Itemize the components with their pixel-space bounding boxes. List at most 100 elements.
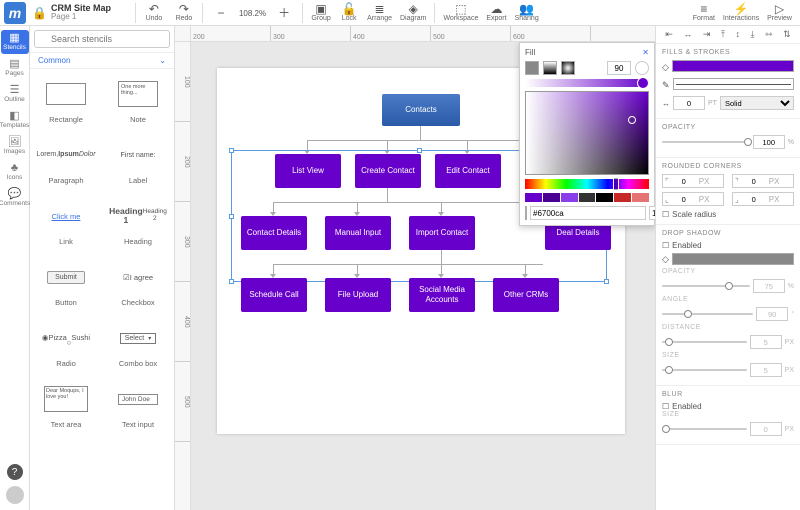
stencil-category[interactable]: Common⌄ <box>30 52 174 69</box>
shadow-color-swatch[interactable] <box>672 253 794 265</box>
zoom-in-button[interactable]: ＋ <box>270 5 298 21</box>
align-top-icon[interactable]: ⤒ <box>721 29 725 40</box>
shadow-opacity-slider[interactable] <box>662 285 750 287</box>
blur-enabled-checkbox[interactable]: ☐ Enabled <box>662 402 794 411</box>
close-icon[interactable]: ✕ <box>642 48 649 57</box>
gradient-bar[interactable] <box>525 79 649 87</box>
opacity-input[interactable] <box>753 135 785 149</box>
shadow-angle-input[interactable] <box>756 307 788 321</box>
format-button[interactable]: ≡Format <box>689 1 719 24</box>
align-left-icon[interactable]: ⇤ <box>665 29 673 40</box>
blur-size-slider[interactable] <box>662 428 747 430</box>
node-schedulecall[interactable]: Schedule Call <box>241 278 307 312</box>
fill-type-radial[interactable] <box>561 61 575 75</box>
node-fileupload[interactable]: File Upload <box>325 278 391 312</box>
shadow-distance-input[interactable] <box>750 335 782 349</box>
design-canvas[interactable]: Contacts List View Create Contact Edit C… <box>191 42 655 510</box>
corner-bl[interactable]: ⌞PX <box>662 192 724 206</box>
node-manualinput[interactable]: Manual Input <box>325 216 391 250</box>
dist-h-icon[interactable]: ⇿ <box>765 29 773 40</box>
stencil-textarea[interactable]: Dear Moqups, I love you!Text area <box>30 378 102 439</box>
arrange-button[interactable]: ≣Arrange <box>363 1 396 24</box>
node-importcontact[interactable]: Import Contact <box>409 216 475 250</box>
redo-button[interactable]: ↷Redo <box>170 1 198 24</box>
node-socialmedia[interactable]: Social Media Accounts <box>409 278 475 312</box>
workspace-button[interactable]: ⬚Workspace <box>439 1 482 24</box>
align-tools[interactable]: ⇤ ↔ ⇥ ⤒ ↕ ⤓ ⇿ ⇅ <box>656 26 800 44</box>
sv-picker[interactable] <box>525 91 649 175</box>
doc-title[interactable]: CRM Site Map Page 1 <box>51 4 121 21</box>
stencil-paragraph[interactable]: Lorem,IpsumDolorParagraph <box>30 134 102 195</box>
hue-slider[interactable] <box>525 179 649 189</box>
rail-pages[interactable]: ▤Pages <box>1 56 29 80</box>
rail-stencils[interactable]: ▦Stencils <box>1 30 29 54</box>
rail-images[interactable]: 🖼Images <box>1 134 29 158</box>
diagram-button[interactable]: ◈Diagram <box>396 1 430 24</box>
dist-v-icon[interactable]: ⇅ <box>783 29 791 40</box>
angle-dial[interactable] <box>635 61 649 75</box>
blur-size-input[interactable] <box>750 422 782 436</box>
stencil-note[interactable]: One more thing...Note <box>102 73 174 134</box>
node-contactdetails[interactable]: Contact Details <box>241 216 307 250</box>
zoom-level[interactable]: 108.2% <box>235 5 270 20</box>
corner-tl[interactable]: ⌜PX <box>662 174 724 188</box>
blur-title: Blur <box>662 391 794 398</box>
stroke-width-input[interactable] <box>673 96 705 110</box>
shadow-angle-slider[interactable] <box>662 313 753 315</box>
fill-swatch[interactable] <box>672 60 794 72</box>
zoom-out-button[interactable]: − <box>207 5 235 21</box>
group-button[interactable]: ▣Group <box>307 1 335 24</box>
shadow-size-input[interactable] <box>750 363 782 377</box>
rail-templates[interactable]: ◧Templates <box>1 108 29 132</box>
rail-outline[interactable]: ☰Outline <box>1 82 29 106</box>
fill-type-gradient[interactable] <box>543 61 557 75</box>
lock-button[interactable]: 🔓Lock <box>335 1 363 24</box>
align-middle-icon[interactable]: ↕ <box>735 29 740 40</box>
shadow-distance-slider[interactable] <box>662 341 747 343</box>
stencil-button[interactable]: SubmitButton <box>30 256 102 317</box>
corner-tr[interactable]: ⌝PX <box>732 174 794 188</box>
help-button[interactable]: ? <box>7 464 23 480</box>
shadow-enabled-checkbox[interactable]: ☐ Enabled <box>662 241 794 250</box>
app-logo[interactable]: m <box>4 2 26 24</box>
align-right-icon[interactable]: ⇥ <box>703 29 711 40</box>
stencil-textinput[interactable]: John DoeText input <box>102 378 174 439</box>
shadow-distance-label: Distance <box>662 324 794 331</box>
stencil-rectangle[interactable]: Rectangle <box>30 73 102 134</box>
opacity-input[interactable] <box>649 206 655 220</box>
export-button[interactable]: ☁Export <box>482 1 510 24</box>
align-center-icon[interactable]: ↔ <box>683 29 692 40</box>
node-contacts[interactable]: Contacts <box>382 94 460 126</box>
fill-picker-popup[interactable]: Fill✕ % <box>519 42 655 226</box>
stencil-link[interactable]: Click meLink <box>30 195 102 256</box>
interactions-button[interactable]: ⚡Interactions <box>719 1 763 24</box>
hex-input[interactable] <box>530 206 646 220</box>
stencil-combobox[interactable]: SelectCombo box <box>102 317 174 378</box>
search-input[interactable] <box>34 30 170 48</box>
scale-radius-checkbox[interactable]: ☐ Scale radius <box>662 210 794 219</box>
shadow-opacity-input[interactable] <box>753 279 785 293</box>
stencil-heading[interactable]: Heading 1Heading 2Heading <box>102 195 174 256</box>
rail-icons[interactable]: ♣Icons <box>1 160 29 184</box>
corner-br[interactable]: ⌟PX <box>732 192 794 206</box>
fill-type-solid[interactable] <box>525 61 539 75</box>
sharing-button[interactable]: 👥Sharing <box>511 1 543 24</box>
lock-icon[interactable]: 🔒 <box>32 6 47 20</box>
stroke-swatch[interactable] <box>673 78 794 90</box>
rounded-title: Rounded Corners <box>662 163 794 170</box>
shadow-size-slider[interactable] <box>662 369 747 371</box>
node-othercrms[interactable]: Other CRMs <box>493 278 559 312</box>
opacity-slider[interactable] <box>662 141 750 143</box>
stencil-radio[interactable]: ◉ Pizza○ SushiRadio <box>30 317 102 378</box>
stencil-checkbox[interactable]: ☑ I agreeCheckbox <box>102 256 174 317</box>
undo-button[interactable]: ↶Undo <box>140 1 168 24</box>
preview-button[interactable]: ▷Preview <box>763 1 796 24</box>
rail-comments[interactable]: 💬Comments <box>1 186 29 210</box>
user-avatar[interactable] <box>6 486 24 504</box>
fills-strokes-title: Fills & Strokes <box>662 49 794 56</box>
stroke-style-select[interactable]: Solid <box>720 96 794 110</box>
swatch-row[interactable] <box>525 193 649 202</box>
picker-opacity-input[interactable] <box>607 61 631 75</box>
stencil-label[interactable]: First name:Label <box>102 134 174 195</box>
align-bottom-icon[interactable]: ⤓ <box>751 29 755 40</box>
